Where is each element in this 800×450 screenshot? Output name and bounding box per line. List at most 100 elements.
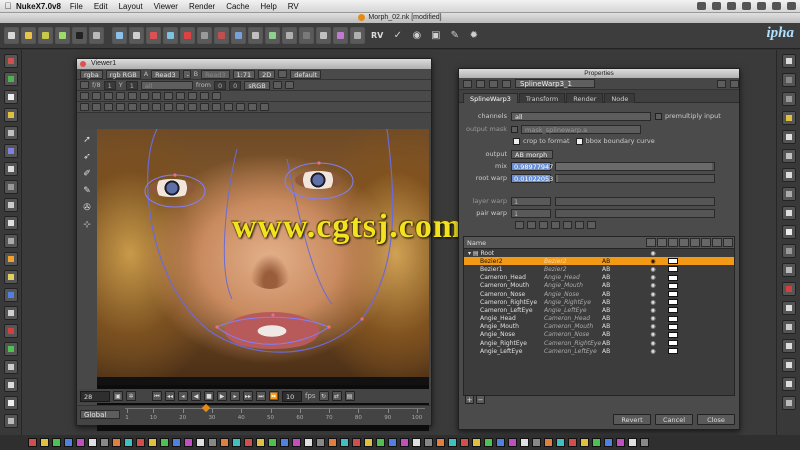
bezier-icon[interactable]: ✎ bbox=[83, 186, 91, 196]
roto-option-button[interactable] bbox=[236, 103, 245, 111]
3d-tools-button[interactable] bbox=[3, 216, 18, 230]
column-icon[interactable] bbox=[723, 238, 733, 247]
next-keyframe-icon[interactable]: ▸▸ bbox=[243, 391, 253, 401]
node-tab-button[interactable] bbox=[388, 438, 397, 447]
remove-curve-button[interactable]: − bbox=[476, 395, 485, 404]
open-script-button[interactable] bbox=[21, 27, 36, 44]
panel-tool-button[interactable] bbox=[781, 263, 796, 277]
node-tab-button[interactable] bbox=[616, 438, 625, 447]
time-tools-button[interactable] bbox=[3, 90, 18, 104]
menu-cache[interactable]: Cache bbox=[226, 2, 249, 11]
edit-checkbox[interactable] bbox=[668, 307, 678, 314]
roto-option-button[interactable] bbox=[92, 103, 101, 111]
roto-option-button[interactable] bbox=[248, 103, 257, 111]
node-tab-button[interactable] bbox=[556, 438, 565, 447]
color-icon[interactable] bbox=[489, 79, 498, 88]
menu-help[interactable]: Help bbox=[260, 2, 276, 11]
last-frame-icon[interactable]: ⏭ bbox=[256, 391, 266, 401]
menu-edit[interactable]: Edit bbox=[94, 2, 108, 11]
panel-tool-button[interactable] bbox=[781, 73, 796, 87]
roi-dropdown[interactable]: all bbox=[140, 80, 193, 90]
node-tab-button[interactable] bbox=[448, 438, 457, 447]
join-icon[interactable]: ⊹ bbox=[83, 220, 91, 230]
node-tab-button[interactable] bbox=[568, 438, 577, 447]
panel-tool-button[interactable] bbox=[781, 111, 796, 125]
roto-option-button[interactable] bbox=[212, 103, 221, 111]
roto-option-button[interactable] bbox=[116, 103, 125, 111]
node-tab-button[interactable] bbox=[268, 438, 277, 447]
panel-tool-button[interactable] bbox=[781, 225, 796, 239]
filter-tools-button[interactable] bbox=[3, 144, 18, 158]
panel-tool-button[interactable] bbox=[781, 149, 796, 163]
node-tab-button[interactable] bbox=[136, 438, 145, 447]
node-tab-button[interactable] bbox=[544, 438, 553, 447]
column-name[interactable]: Name bbox=[464, 239, 646, 247]
loop-icon[interactable]: ↻ bbox=[318, 391, 329, 401]
panel-tool-button[interactable] bbox=[781, 301, 796, 315]
column-icon[interactable] bbox=[668, 238, 678, 247]
visibility-icon[interactable]: ◉ bbox=[642, 331, 664, 338]
visibility-icon[interactable]: ◉ bbox=[642, 282, 664, 289]
node-tab-button[interactable] bbox=[196, 438, 205, 447]
app-menu[interactable]: NukeX7.0v8 bbox=[16, 2, 61, 11]
node-tab-button[interactable] bbox=[532, 438, 541, 447]
node-tab-button[interactable] bbox=[508, 438, 517, 447]
layer-dropdown[interactable]: rgb RGB bbox=[105, 69, 141, 79]
next-frame-icon[interactable]: ▸ bbox=[230, 391, 240, 401]
channel-tools-button[interactable] bbox=[3, 108, 18, 122]
pair-warp-slider[interactable] bbox=[555, 208, 715, 218]
toolsets-button[interactable] bbox=[3, 270, 18, 284]
output-mask-checkbox[interactable] bbox=[511, 125, 518, 133]
spline-curves[interactable] bbox=[97, 129, 429, 379]
playhead-marker[interactable] bbox=[201, 403, 211, 413]
lock-column-icon[interactable] bbox=[690, 238, 700, 247]
node-tab-button[interactable] bbox=[52, 438, 61, 447]
node-tab-button[interactable] bbox=[352, 438, 361, 447]
check-icon[interactable]: ✓ bbox=[389, 30, 406, 41]
first-frame-icon[interactable]: ⏮ bbox=[152, 391, 162, 401]
node-name-field[interactable]: SplineWarp3_1 bbox=[515, 79, 595, 88]
node-tab-button[interactable] bbox=[400, 438, 409, 447]
node-tab-button[interactable] bbox=[208, 438, 217, 447]
tab-node[interactable]: Node bbox=[604, 93, 636, 103]
mix-value-field[interactable]: 0.98977947 bbox=[511, 161, 553, 171]
current-frame-field[interactable]: 28 bbox=[80, 390, 110, 402]
edit-checkbox[interactable] bbox=[668, 348, 678, 355]
panel-tool-button[interactable] bbox=[781, 244, 796, 258]
extra-tools-button[interactable] bbox=[3, 396, 18, 410]
gain-toggle[interactable] bbox=[80, 81, 89, 89]
graph-tool-button[interactable] bbox=[55, 27, 70, 44]
node-tab-button[interactable] bbox=[424, 438, 433, 447]
node-tab-button[interactable] bbox=[64, 438, 73, 447]
menu-layout[interactable]: Layout bbox=[119, 2, 143, 11]
layer-warp-slider[interactable] bbox=[555, 196, 715, 206]
extra-tools-button[interactable] bbox=[3, 414, 18, 428]
node-tab-button[interactable] bbox=[316, 438, 325, 447]
edit-checkbox[interactable] bbox=[668, 274, 678, 281]
node-tool-button[interactable] bbox=[146, 27, 161, 44]
pair-warp-value-field[interactable]: 1 bbox=[511, 208, 551, 218]
viewer-image[interactable] bbox=[97, 129, 429, 431]
root-warp-value-field[interactable]: 0.01022053 bbox=[511, 173, 553, 183]
composite-dropdown[interactable]: - bbox=[182, 69, 191, 79]
close-icon[interactable] bbox=[730, 79, 739, 88]
curve-tool-button[interactable] bbox=[587, 221, 596, 229]
b-input-dropdown[interactable]: Read3 bbox=[201, 69, 230, 79]
roto-option-button[interactable] bbox=[188, 103, 197, 111]
node-tab-button[interactable] bbox=[280, 438, 289, 447]
save-script-button[interactable] bbox=[38, 27, 53, 44]
menu-viewer[interactable]: Viewer bbox=[154, 2, 178, 11]
keyer-tools-button[interactable] bbox=[3, 162, 18, 176]
curve-tool-button[interactable] bbox=[575, 221, 584, 229]
table-row[interactable]: Cameron_LeftEye Angie_LeftEye AB ◉ bbox=[464, 306, 734, 314]
menu-render[interactable]: Render bbox=[189, 2, 215, 11]
node-tool-button[interactable] bbox=[282, 27, 297, 44]
roto-tool-button[interactable] bbox=[164, 92, 173, 100]
tray-icon[interactable] bbox=[712, 2, 721, 10]
channels-dropdown[interactable]: all bbox=[511, 111, 651, 121]
node-tool-button[interactable] bbox=[129, 27, 144, 44]
node-tab-button[interactable] bbox=[256, 438, 265, 447]
panel-tool-button[interactable] bbox=[781, 377, 796, 391]
column-icon[interactable] bbox=[712, 238, 722, 247]
node-tab-button[interactable] bbox=[592, 438, 601, 447]
